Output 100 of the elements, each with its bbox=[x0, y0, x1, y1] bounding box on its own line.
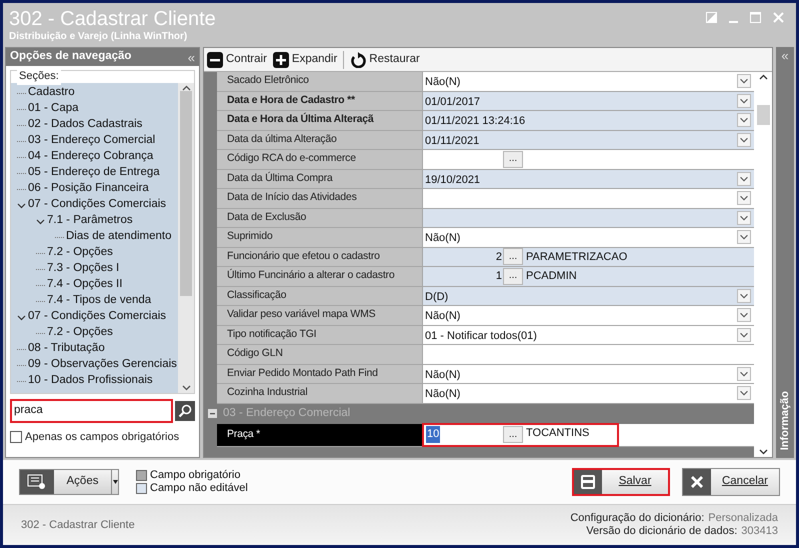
code-value: 10 bbox=[426, 426, 440, 443]
save-button[interactable]: Salvar bbox=[572, 468, 670, 496]
field-value: Não(N) bbox=[425, 388, 460, 400]
caret-icon[interactable] bbox=[112, 480, 118, 484]
lookup-description: PCADMIN bbox=[526, 270, 577, 282]
toolbar-button[interactable]: Contrair bbox=[207, 50, 267, 68]
dropdown-field[interactable]: Não(N) bbox=[422, 228, 754, 248]
legend-label: Campo obrigatório bbox=[150, 469, 240, 482]
window-title: 302 - Cadastrar Cliente bbox=[9, 8, 217, 30]
chevron-down-icon[interactable] bbox=[737, 386, 751, 400]
minus-icon bbox=[207, 52, 223, 68]
plus-icon bbox=[272, 52, 289, 68]
scrollbar[interactable] bbox=[178, 83, 194, 393]
dropdown-field[interactable]: Não(N) bbox=[422, 72, 754, 92]
chevron-down-icon[interactable] bbox=[737, 74, 751, 88]
tree-item[interactable]: 09 - Observações Gerenciais bbox=[28, 356, 177, 374]
field-label: Data da Última Compra bbox=[217, 170, 422, 189]
chevron-down-icon[interactable] bbox=[737, 132, 751, 147]
field-value: D(D) bbox=[425, 290, 448, 303]
lookup-button[interactable]: ... bbox=[503, 248, 523, 266]
tree-item[interactable]: 07 - Condições Comerciais bbox=[28, 308, 166, 326]
lookup-field[interactable]: 1 ... PCADMIN bbox=[422, 267, 754, 286]
scroll-up-icon[interactable] bbox=[758, 74, 768, 80]
chevron-down-icon[interactable] bbox=[737, 113, 751, 128]
scroll-down-icon[interactable] bbox=[182, 385, 190, 391]
tree-item[interactable]: 7.4 - Opções II bbox=[47, 276, 122, 294]
field-value: Não(N) bbox=[425, 310, 460, 322]
field-label: Último Funcinário a alterar o cadastro bbox=[217, 267, 422, 286]
chevron-down-icon[interactable] bbox=[737, 308, 751, 322]
search-field[interactable]: praca bbox=[10, 399, 173, 423]
field-label: Data e Hora de Cadastro ** bbox=[217, 92, 422, 111]
field-value: Não(N) bbox=[425, 76, 460, 88]
dropdown-field[interactable]: 01/11/2021 bbox=[422, 130, 754, 150]
tree-item[interactable]: 7.3 - Opções I bbox=[47, 260, 120, 278]
tree-item[interactable]: 01 - Capa bbox=[28, 100, 79, 118]
dropdown-field[interactable]: Não(N) bbox=[422, 364, 754, 384]
lookup-button[interactable]: ... bbox=[503, 426, 523, 443]
dropdown-field[interactable]: Não(N) bbox=[422, 306, 754, 326]
expand-chevron-icon[interactable] bbox=[17, 312, 26, 322]
expand-chevron-icon[interactable] bbox=[17, 200, 26, 210]
code-value: 1 bbox=[496, 269, 502, 284]
scroll-thumb[interactable] bbox=[756, 104, 770, 124]
expand-chevron-icon[interactable] bbox=[36, 216, 45, 226]
checkbox[interactable] bbox=[10, 431, 22, 444]
restore-icon bbox=[350, 52, 366, 68]
field-label: Cozinha Industrial bbox=[217, 384, 422, 404]
scrollbar[interactable] bbox=[754, 72, 772, 457]
dropdown-field[interactable]: Não(N) bbox=[422, 384, 754, 404]
tree-item[interactable]: Cadastro bbox=[28, 84, 75, 102]
lookup-field[interactable]: 10 ... TOCANTINS bbox=[422, 424, 754, 446]
tree-item[interactable]: 7.1 - Parâmetros bbox=[47, 212, 133, 230]
lookup-field[interactable]: ... bbox=[422, 150, 754, 170]
info-panel-label[interactable]: Informação bbox=[776, 390, 794, 450]
collapse-icon[interactable] bbox=[208, 409, 217, 418]
toolbar-button[interactable]: Restaurar bbox=[350, 50, 420, 68]
lookup-button[interactable]: ... bbox=[503, 268, 523, 285]
chevron-down-icon[interactable] bbox=[737, 328, 751, 342]
chevron-down-icon[interactable] bbox=[737, 210, 751, 225]
dropdown-field[interactable]: 01 - Notificar todos(01) bbox=[422, 326, 754, 345]
input-field[interactable] bbox=[422, 345, 754, 364]
dropdown-field[interactable] bbox=[422, 208, 754, 228]
tree-item[interactable]: 06 - Posição Financeira bbox=[28, 180, 149, 198]
chevron-down-icon[interactable] bbox=[737, 94, 751, 108]
tree-item[interactable]: Dias de atendimento bbox=[66, 228, 172, 246]
cancel-button[interactable]: Cancelar bbox=[682, 468, 780, 496]
tree-item[interactable]: 7.2 - Opções bbox=[47, 324, 113, 342]
status-text: 302 - Cadastrar Cliente bbox=[21, 518, 135, 533]
tree-item[interactable]: 7.2 - Opções bbox=[47, 244, 113, 262]
field-value: Não(N) bbox=[425, 232, 460, 244]
lookup-field[interactable]: 2 ... PARAMETRIZACAO bbox=[422, 248, 754, 267]
dropdown-field[interactable] bbox=[422, 189, 754, 208]
tree-item[interactable]: 02 - Dados Cadastrais bbox=[28, 116, 142, 134]
scroll-down-icon[interactable] bbox=[758, 449, 768, 455]
checkbox-label: Apenas os campos obrigatórios bbox=[25, 430, 180, 445]
chevron-down-icon[interactable] bbox=[737, 191, 751, 206]
dropdown-field[interactable]: D(D) bbox=[422, 286, 754, 306]
scroll-thumb[interactable] bbox=[180, 90, 192, 296]
tree-item[interactable]: 7.4 - Tipos de venda bbox=[47, 292, 152, 310]
tree-item[interactable]: 03 - Endereço Comercial bbox=[28, 132, 156, 150]
chevron-down-icon[interactable] bbox=[737, 288, 751, 303]
tree-item[interactable]: 05 - Endereço de Entrega bbox=[28, 164, 160, 182]
tree-item[interactable]: 10 - Dados Profissionais bbox=[28, 372, 153, 390]
actions-button[interactable]: Ações bbox=[19, 469, 119, 495]
scroll-up-icon[interactable] bbox=[182, 85, 190, 91]
tree-item[interactable]: 04 - Endereço Cobrança bbox=[28, 148, 154, 166]
lookup-button[interactable]: ... bbox=[503, 150, 523, 168]
tree-item[interactable]: 08 - Tributação bbox=[28, 340, 105, 358]
field-label: Data e Hora da Última Alteraçã bbox=[217, 111, 422, 130]
chevron-down-icon[interactable] bbox=[737, 172, 751, 186]
field-label: Enviar Pedido Montado Path Find bbox=[217, 364, 422, 384]
chevron-down-icon[interactable] bbox=[737, 366, 751, 381]
window-subtitle: Distribuição e Varejo (Linha WinThor) bbox=[9, 30, 188, 43]
dropdown-field[interactable]: 19/10/2021 bbox=[422, 170, 754, 189]
chevron-down-icon[interactable] bbox=[737, 230, 751, 244]
toolbar-button[interactable]: Expandir bbox=[272, 50, 338, 68]
status-label: Configuração do dicionário: bbox=[570, 512, 704, 525]
dropdown-field[interactable]: 01/11/2021 13:24:16 bbox=[422, 111, 754, 130]
tree-item[interactable]: 07 - Condições Comerciais bbox=[28, 196, 166, 214]
dropdown-field[interactable]: 01/01/2017 bbox=[422, 92, 754, 111]
search-button[interactable] bbox=[175, 401, 195, 421]
